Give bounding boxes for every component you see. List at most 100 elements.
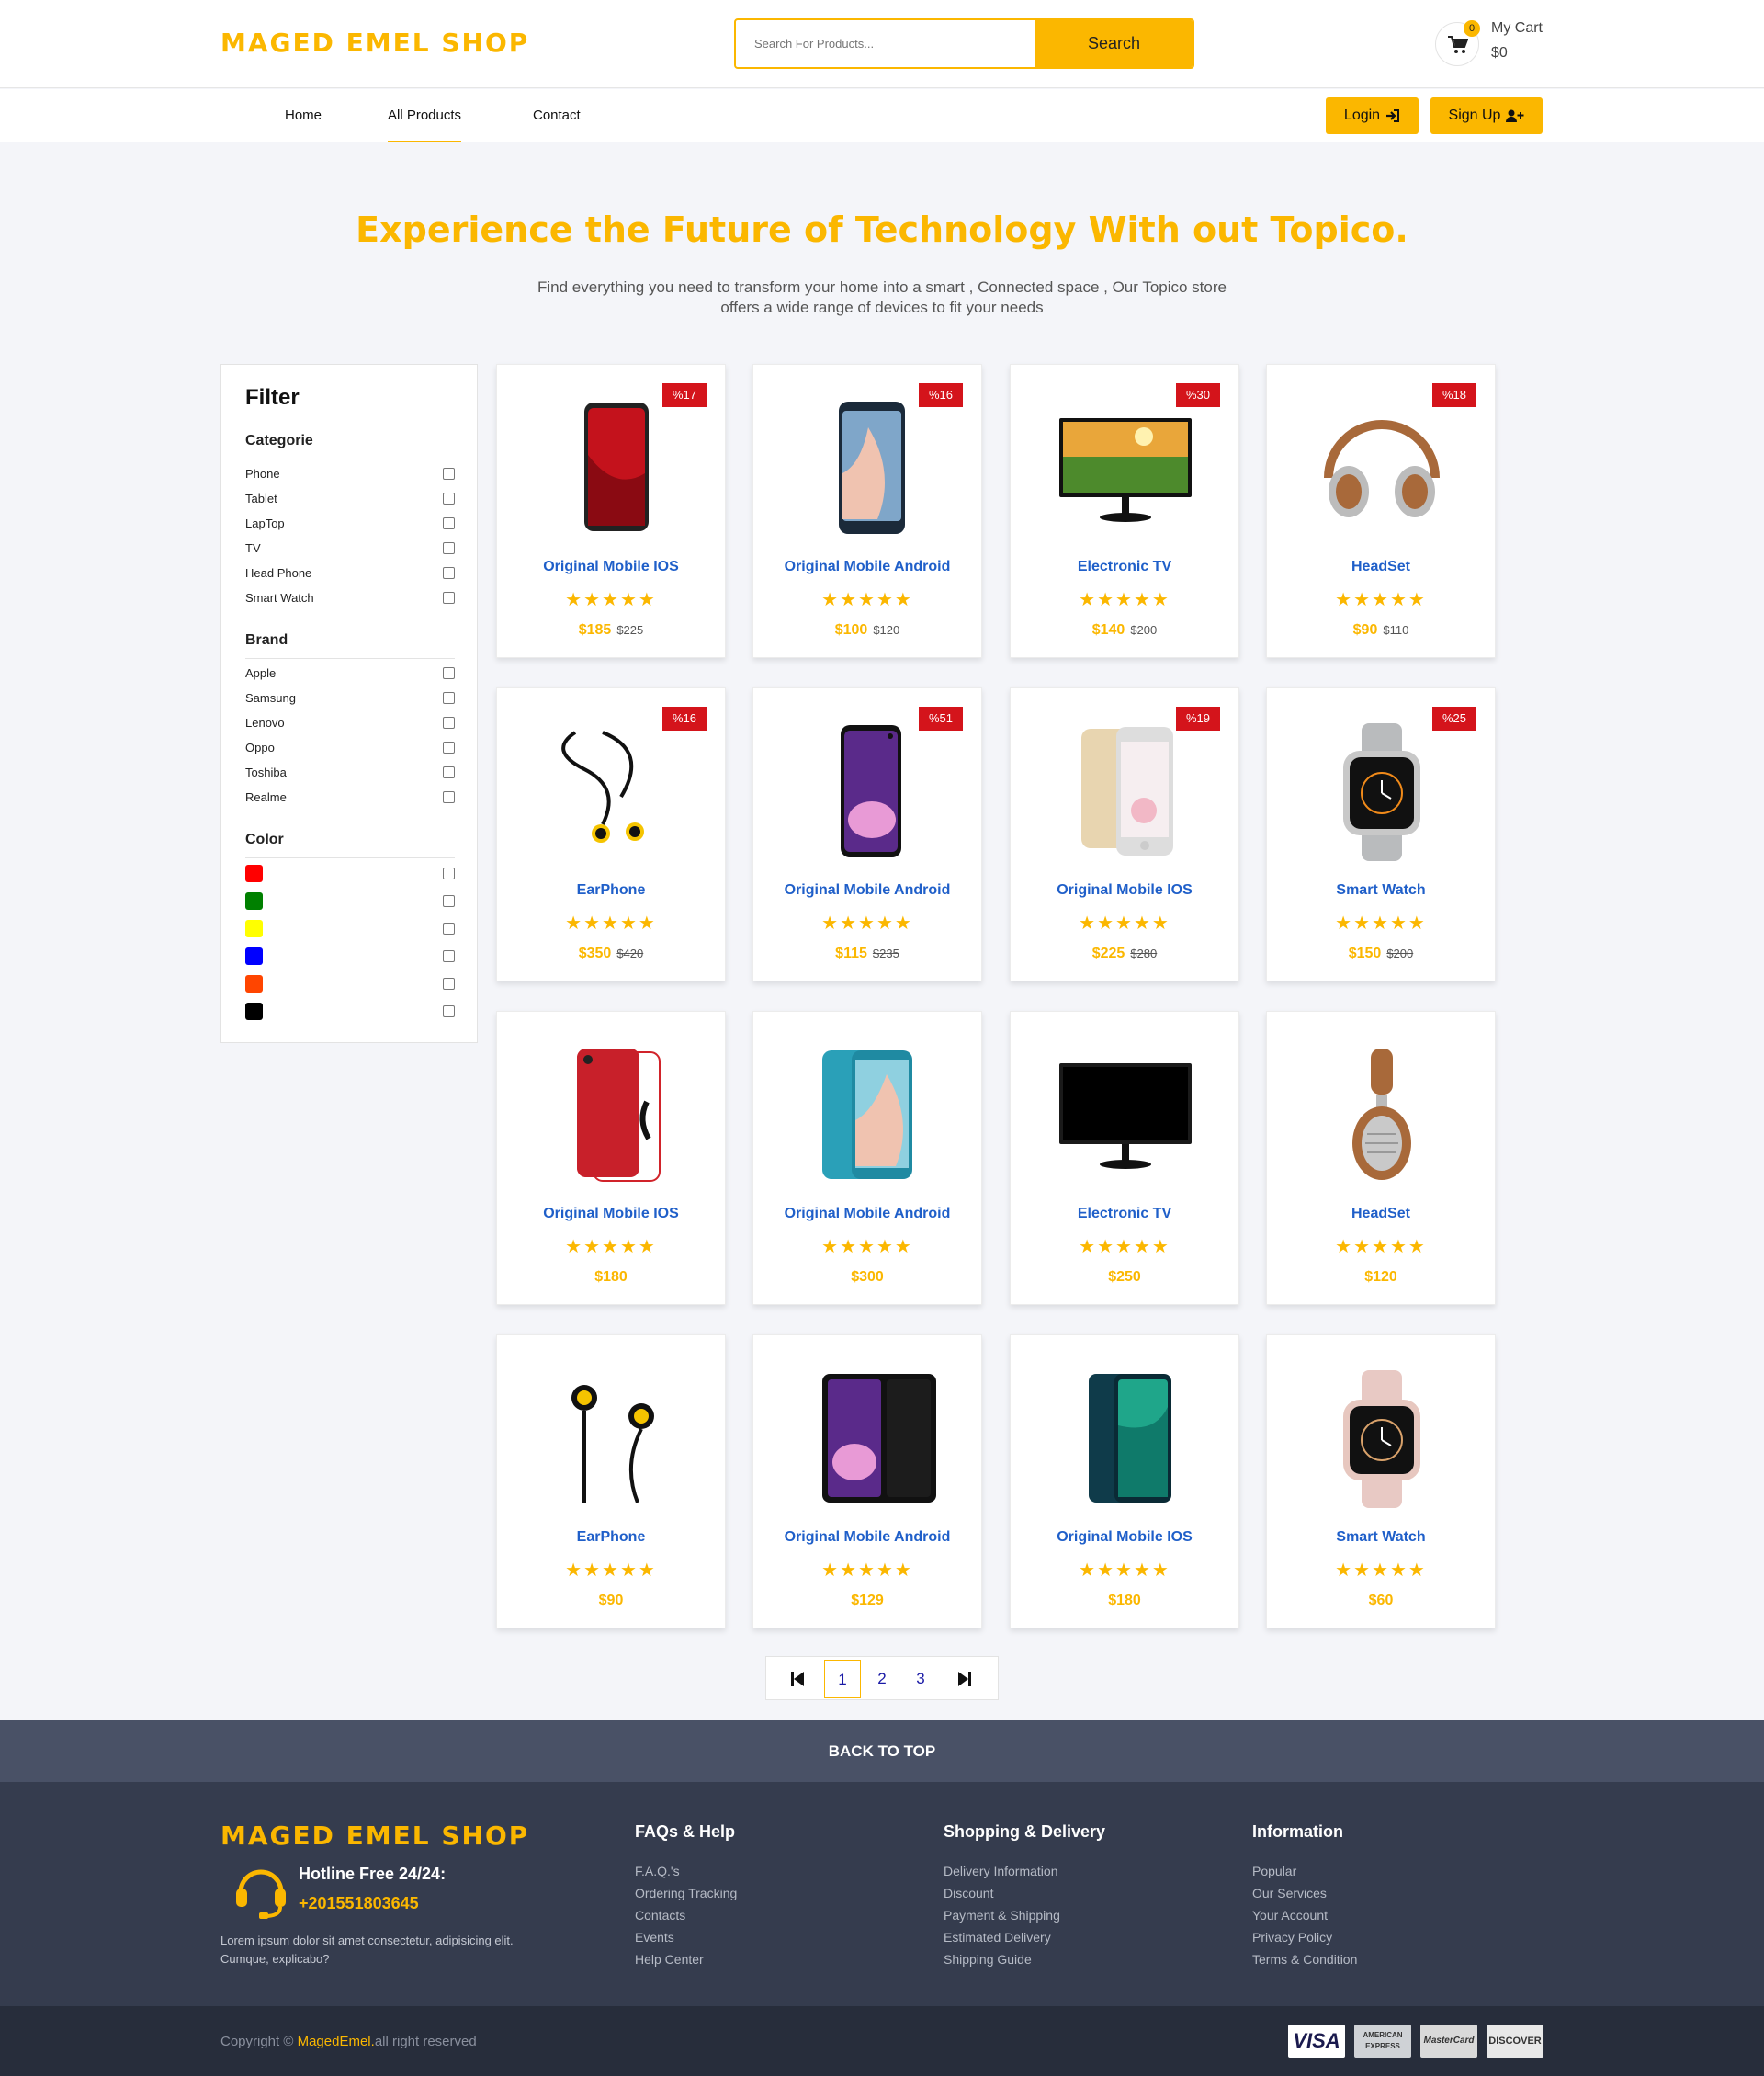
earphones-yellow-icon[interactable] bbox=[538, 1370, 685, 1508]
product-card[interactable]: %30 Electronic TV ★★★★★ $140 $200 bbox=[1010, 364, 1239, 658]
color-checkbox[interactable] bbox=[443, 923, 455, 935]
color-checkbox[interactable] bbox=[443, 895, 455, 907]
product-name[interactable]: EarPhone bbox=[497, 882, 725, 899]
category-checkbox[interactable] bbox=[443, 592, 455, 604]
category-checkbox[interactable] bbox=[443, 493, 455, 505]
brand-checkbox[interactable] bbox=[443, 742, 455, 754]
brand-option[interactable]: Apple bbox=[245, 659, 455, 684]
page-3-button[interactable]: 3 bbox=[902, 1660, 939, 1698]
footer-link[interactable]: Your Account bbox=[1252, 1904, 1357, 1926]
brand-checkbox[interactable] bbox=[443, 766, 455, 778]
product-name[interactable]: HeadSet bbox=[1267, 559, 1495, 575]
color-checkbox[interactable] bbox=[443, 1005, 455, 1017]
product-name[interactable]: Original Mobile IOS bbox=[497, 1206, 725, 1222]
copyright-brand-link[interactable]: MagedEmel. bbox=[298, 2034, 375, 2049]
footer-link[interactable]: Discount bbox=[944, 1882, 1105, 1904]
product-card[interactable]: %16 EarPhone ★★★★★ $350 $420 bbox=[496, 687, 726, 981]
product-card[interactable]: Electronic TV ★★★★★ $250 bbox=[1010, 1011, 1239, 1305]
footer-link[interactable]: Help Center bbox=[635, 1948, 737, 1970]
category-option[interactable]: Phone bbox=[245, 459, 455, 484]
category-checkbox[interactable] bbox=[443, 468, 455, 480]
footer-link[interactable]: Popular bbox=[1252, 1860, 1357, 1882]
product-name[interactable]: Original Mobile IOS bbox=[497, 559, 725, 575]
headphone-side-icon[interactable] bbox=[1308, 1047, 1455, 1185]
brand-checkbox[interactable] bbox=[443, 667, 455, 679]
footer-link[interactable]: F.A.Q.'s bbox=[635, 1860, 737, 1882]
product-card[interactable]: %19 Original Mobile IOS ★★★★★ $225 $280 bbox=[1010, 687, 1239, 981]
last-page-button[interactable] bbox=[946, 1660, 983, 1698]
search-input[interactable] bbox=[736, 20, 1035, 67]
pink-watch-icon[interactable] bbox=[1308, 1370, 1455, 1508]
nav-all-products[interactable]: All Products bbox=[388, 108, 462, 142]
color-checkbox[interactable] bbox=[443, 978, 455, 990]
oppo-phone-icon[interactable] bbox=[1052, 1370, 1199, 1508]
category-option[interactable]: LapTop bbox=[245, 509, 455, 534]
brand-checkbox[interactable] bbox=[443, 692, 455, 704]
login-button[interactable]: Login bbox=[1326, 97, 1419, 134]
product-card[interactable]: Original Mobile Android ★★★★★ $129 bbox=[752, 1334, 982, 1628]
product-name[interactable]: EarPhone bbox=[497, 1529, 725, 1546]
back-to-top-button[interactable]: BACK TO TOP bbox=[0, 1720, 1764, 1782]
site-logo[interactable]: MAGED EMEL SHOP bbox=[220, 28, 529, 58]
product-card[interactable]: HeadSet ★★★★★ $120 bbox=[1266, 1011, 1496, 1305]
brand-option[interactable]: Samsung bbox=[245, 684, 455, 709]
color-option[interactable] bbox=[245, 858, 455, 886]
brown-headphones-icon[interactable] bbox=[1308, 400, 1455, 538]
footer-link[interactable]: Privacy Policy bbox=[1252, 1926, 1357, 1948]
product-name[interactable]: Smart Watch bbox=[1267, 1529, 1495, 1546]
galaxy-front-back-icon[interactable] bbox=[795, 1370, 942, 1508]
nav-contact[interactable]: Contact bbox=[533, 108, 581, 142]
product-card[interactable]: %17 Original Mobile IOS ★★★★★ $185 $225 bbox=[496, 364, 726, 658]
galaxy-s10-icon[interactable] bbox=[795, 723, 942, 861]
color-option[interactable] bbox=[245, 886, 455, 913]
product-card[interactable]: Smart Watch ★★★★★ $60 bbox=[1266, 1334, 1496, 1628]
color-checkbox[interactable] bbox=[443, 868, 455, 879]
category-option[interactable]: TV bbox=[245, 534, 455, 559]
blue-samsung-icon[interactable] bbox=[795, 1047, 942, 1185]
category-checkbox[interactable] bbox=[443, 517, 455, 529]
product-card[interactable]: %25 Smart Watch ★★★★★ $150 $200 bbox=[1266, 687, 1496, 981]
product-card[interactable]: %51 Original Mobile Android ★★★★★ $115 $235 bbox=[752, 687, 982, 981]
footer-logo[interactable]: MAGED EMEL SHOP bbox=[220, 1821, 529, 1851]
black-monitor-icon[interactable] bbox=[1052, 1047, 1199, 1185]
product-card[interactable]: %16 Original Mobile Android ★★★★★ $100 $120 bbox=[752, 364, 982, 658]
product-name[interactable]: Original Mobile Android bbox=[753, 882, 981, 899]
cart-widget[interactable]: 0 My Cart $0 bbox=[1435, 18, 1545, 70]
product-card[interactable]: %18 HeadSet ★★★★★ $90 $110 bbox=[1266, 364, 1496, 658]
color-option[interactable] bbox=[245, 969, 455, 996]
product-name[interactable]: Smart Watch bbox=[1267, 882, 1495, 899]
footer-link[interactable]: Contacts bbox=[635, 1904, 737, 1926]
product-name[interactable]: Original Mobile Android bbox=[753, 559, 981, 575]
cart-button[interactable]: 0 bbox=[1435, 20, 1480, 66]
product-name[interactable]: HeadSet bbox=[1267, 1206, 1495, 1222]
samsung-phone-icon[interactable] bbox=[795, 400, 942, 538]
brand-checkbox[interactable] bbox=[443, 791, 455, 803]
nav-home[interactable]: Home bbox=[285, 108, 322, 142]
category-checkbox[interactable] bbox=[443, 542, 455, 554]
apple-watch-silver-icon[interactable] bbox=[1308, 723, 1455, 861]
monitor-landscape-icon[interactable] bbox=[1052, 400, 1199, 538]
color-checkbox[interactable] bbox=[443, 950, 455, 962]
color-option[interactable] bbox=[245, 941, 455, 969]
footer-link[interactable]: Shipping Guide bbox=[944, 1948, 1105, 1970]
product-card[interactable]: EarPhone ★★★★★ $90 bbox=[496, 1334, 726, 1628]
product-name[interactable]: Original Mobile Android bbox=[753, 1529, 981, 1546]
hotline-number[interactable]: +201551803645 bbox=[299, 1894, 419, 1913]
footer-link[interactable]: Events bbox=[635, 1926, 737, 1948]
product-name[interactable]: Electronic TV bbox=[1011, 1206, 1238, 1222]
brand-option[interactable]: Realme bbox=[245, 783, 455, 808]
brand-option[interactable]: Oppo bbox=[245, 733, 455, 758]
red-iphone-icon[interactable] bbox=[538, 400, 685, 538]
category-option[interactable]: Smart Watch bbox=[245, 584, 455, 608]
footer-link[interactable]: Our Services bbox=[1252, 1882, 1357, 1904]
brand-option[interactable]: Toshiba bbox=[245, 758, 455, 783]
product-name[interactable]: Electronic TV bbox=[1011, 559, 1238, 575]
footer-link[interactable]: Estimated Delivery bbox=[944, 1926, 1105, 1948]
color-option[interactable] bbox=[245, 913, 455, 941]
product-name[interactable]: Original Mobile IOS bbox=[1011, 882, 1238, 899]
earphones-icon[interactable] bbox=[538, 723, 685, 861]
gold-iphone-icon[interactable] bbox=[1052, 723, 1199, 861]
product-name[interactable]: Original Mobile Android bbox=[753, 1206, 981, 1222]
footer-link[interactable]: Delivery Information bbox=[944, 1860, 1105, 1882]
brand-checkbox[interactable] bbox=[443, 717, 455, 729]
